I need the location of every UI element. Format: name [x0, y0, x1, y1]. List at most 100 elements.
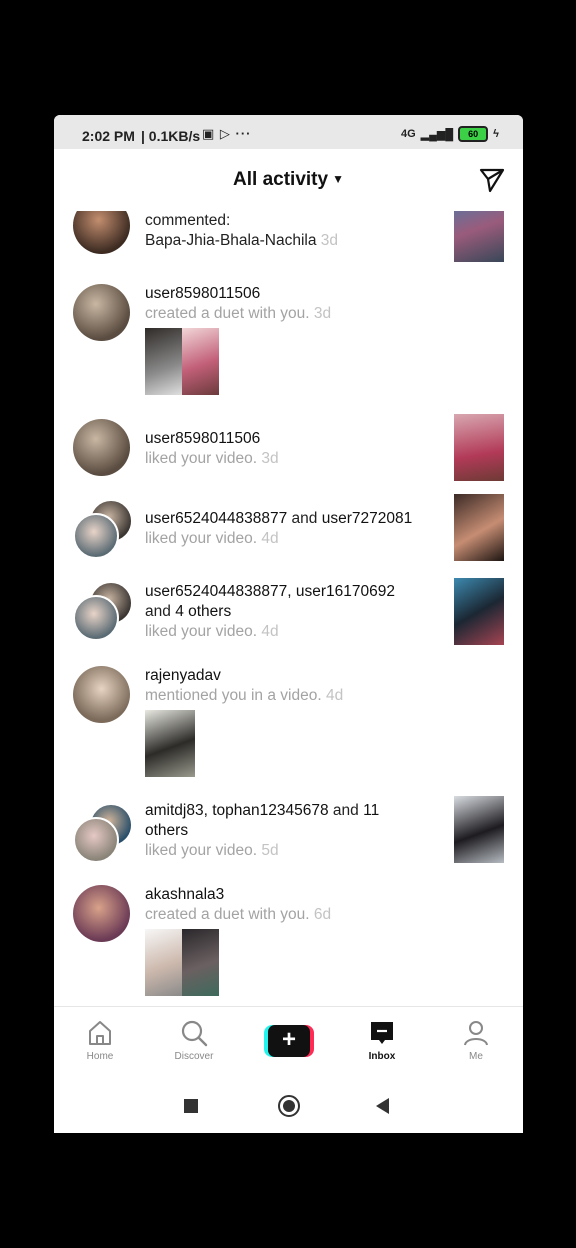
- battery-icon: 60: [458, 126, 489, 142]
- avatar[interactable]: [73, 211, 130, 254]
- status-time: 2:02 PM: [82, 128, 135, 144]
- activity-action: liked your video.: [145, 450, 258, 467]
- status-right: 4G ▂▄▆█ 60 ϟ: [401, 126, 499, 142]
- activity-item[interactable]: user8598011506 liked your video. 3d: [54, 414, 523, 489]
- nav-me-label: Me: [469, 1051, 483, 1062]
- nav-discover-label: Discover: [174, 1051, 214, 1062]
- avatar: [73, 513, 119, 559]
- separator: ,: [287, 583, 292, 600]
- notification-icons: ▣ ▷ ···: [202, 126, 252, 141]
- search-icon: [181, 1020, 208, 1047]
- activity-item[interactable]: amitdj83, tophan12345678 and 11 others l…: [54, 796, 523, 881]
- inbox-icon: [371, 1022, 393, 1044]
- activity-user[interactable]: user16170692: [296, 583, 395, 600]
- plus-icon: +: [268, 1025, 310, 1057]
- duet-right-frame: [182, 929, 219, 996]
- system-nav-bar: [54, 1078, 523, 1133]
- avatar: [73, 817, 119, 863]
- activity-user[interactable]: user6524044838877: [145, 510, 287, 527]
- activity-user[interactable]: user8598011506: [145, 429, 445, 449]
- home-icon: [89, 1021, 111, 1045]
- activity-time: 4d: [325, 687, 344, 704]
- video-thumbnail[interactable]: [454, 578, 504, 645]
- avatar-group[interactable]: [73, 499, 133, 559]
- nav-home-label: Home: [86, 1051, 114, 1062]
- charging-icon: ϟ: [493, 128, 499, 140]
- activity-user[interactable]: akashnala3: [145, 885, 445, 905]
- video-thumbnail[interactable]: [454, 494, 504, 561]
- activity-item[interactable]: user6524044838877, user16170692 and 4 ot…: [54, 578, 523, 661]
- activity-joiner: and: [332, 802, 359, 819]
- status-speed: | 0.1KB/s: [141, 128, 201, 144]
- activity-action: commented:: [145, 212, 231, 229]
- video-thumbnail[interactable]: [454, 796, 504, 863]
- avatar[interactable]: [73, 885, 130, 942]
- activity-others[interactable]: others: [145, 822, 188, 839]
- profile-icon: [464, 1021, 488, 1046]
- activity-action: liked your video.: [145, 623, 258, 640]
- recents-icon[interactable]: [184, 1099, 198, 1113]
- duet-left-frame: [145, 328, 182, 395]
- avatar[interactable]: [73, 419, 130, 476]
- activity-user[interactable]: user8598011506: [145, 284, 445, 304]
- activity-list: user commented: Bapa-Jhia-Bhala-Nachila …: [54, 211, 523, 1006]
- duet-thumbnail[interactable]: [145, 328, 219, 395]
- activity-time: 3d: [313, 305, 332, 322]
- activity-user[interactable]: amitdj83: [145, 802, 204, 819]
- nav-discover[interactable]: Discover: [159, 1019, 229, 1062]
- activity-others[interactable]: 4 others: [175, 603, 231, 620]
- inbox-header: All activity ▼: [54, 149, 523, 211]
- activity-time: 3d: [320, 232, 339, 249]
- signal-icon: ▂▄▆█: [420, 128, 454, 141]
- avatar: [73, 595, 119, 641]
- phone-screen: 2:02 PM | 0.1KB/s ▣ ▷ ··· 4G ▂▄▆█ 60 ϟ A…: [54, 115, 523, 1133]
- nav-home[interactable]: Home: [65, 1019, 135, 1062]
- duet-left-frame: [145, 929, 182, 996]
- nav-me[interactable]: Me: [441, 1019, 511, 1062]
- separator: ,: [203, 802, 208, 819]
- caret-down-icon: ▼: [332, 172, 344, 186]
- activity-item[interactable]: akashnala3 created a duet with you. 6d: [54, 885, 523, 1005]
- activity-comment: Bapa-Jhia-Bhala-Nachila: [145, 232, 317, 249]
- activity-action: liked your video.: [145, 842, 258, 859]
- back-icon[interactable]: [376, 1098, 389, 1114]
- nav-inbox[interactable]: Inbox: [347, 1019, 417, 1062]
- activity-user[interactable]: user7272081: [322, 510, 413, 527]
- avatar-group[interactable]: [73, 581, 133, 641]
- activity-joiner: and: [145, 603, 171, 620]
- network-label: 4G: [400, 128, 416, 140]
- activity-joiner: and: [291, 510, 318, 527]
- activity-action: created a duet with you.: [145, 305, 310, 322]
- duet-right-frame: [182, 328, 219, 395]
- bottom-nav: Home Discover + Inbox Me: [54, 1006, 523, 1079]
- activity-time: 3d: [261, 450, 279, 467]
- video-thumbnail[interactable]: [145, 710, 195, 777]
- activity-user[interactable]: rajenyadav: [145, 666, 445, 686]
- send-icon[interactable]: [479, 167, 505, 193]
- status-bar: 2:02 PM | 0.1KB/s ▣ ▷ ··· 4G ▂▄▆█ 60 ϟ: [54, 115, 523, 149]
- duet-thumbnail[interactable]: [145, 929, 219, 996]
- video-thumbnail[interactable]: [454, 414, 504, 481]
- home-circle-icon[interactable]: [278, 1095, 300, 1117]
- activity-time: 6d: [313, 906, 332, 923]
- activity-action: liked your video.: [145, 530, 258, 547]
- activity-time: 4d: [261, 530, 279, 547]
- activity-item[interactable]: user8598011506 created a duet with you. …: [54, 284, 523, 404]
- video-thumbnail[interactable]: [454, 211, 504, 262]
- avatar[interactable]: [73, 666, 130, 723]
- activity-user[interactable]: user6524044838877: [145, 583, 287, 600]
- activity-filter-dropdown[interactable]: All activity ▼: [54, 169, 523, 191]
- avatar-group[interactable]: [73, 803, 133, 863]
- activity-others-count[interactable]: 11: [363, 802, 379, 819]
- activity-time: 4d: [261, 623, 279, 640]
- activity-time: 5d: [261, 842, 279, 859]
- activity-item[interactable]: user6524044838877 and user7272081 liked …: [54, 494, 523, 569]
- avatar[interactable]: [73, 284, 130, 341]
- create-button[interactable]: +: [264, 1025, 314, 1057]
- activity-user[interactable]: tophan12345678: [212, 802, 328, 819]
- activity-filter-label: All activity: [233, 169, 329, 190]
- activity-item[interactable]: rajenyadav mentioned you in a video. 4d: [54, 666, 523, 786]
- activity-item[interactable]: user commented: Bapa-Jhia-Bhala-Nachila …: [54, 211, 523, 283]
- nav-inbox-label: Inbox: [368, 1051, 396, 1062]
- activity-action: created a duet with you.: [145, 906, 310, 923]
